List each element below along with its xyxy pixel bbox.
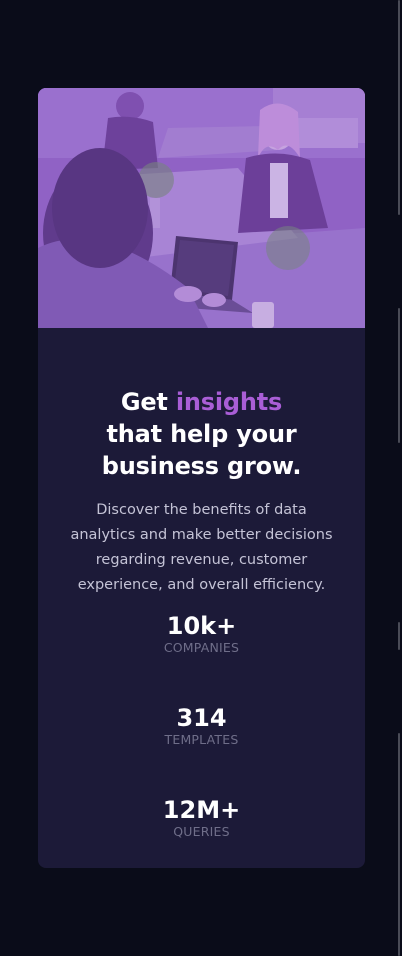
stat-queries: 12M+ QUERIES <box>60 796 343 868</box>
stat-label: QUERIES <box>173 824 230 839</box>
stat-label: COMPANIES <box>163 640 240 655</box>
stat-value: 10k+ <box>166 612 237 640</box>
card-description: Discover the benefits of data analytics … <box>70 502 333 593</box>
card-content: Get insights that help your business gro… <box>38 386 365 868</box>
heading-prefix: Get <box>120 388 176 416</box>
stats-list: 10k+ COMPANIES 314 TEMPLATES 12M+ QUERIE… <box>60 612 343 868</box>
scrollbar-segment[interactable] <box>398 622 400 650</box>
stats-preview-card: Get insights that help your business gro… <box>38 88 365 868</box>
scrollbar-track[interactable] <box>395 0 402 956</box>
stat-companies: 10k+ COMPANIES <box>60 612 343 704</box>
scrollbar-segment[interactable] <box>398 733 400 956</box>
office-team-photo-icon <box>38 88 365 328</box>
scrollbar-segment[interactable] <box>398 308 400 443</box>
scrollbar-segment[interactable] <box>398 0 400 215</box>
stat-label: TEMPLATES <box>164 732 239 747</box>
heading-suffix: that help your business grow. <box>101 420 302 480</box>
page: Get insights that help your business gro… <box>0 0 402 956</box>
heading-accent: insights <box>175 388 283 416</box>
stat-value: 314 <box>176 704 227 732</box>
hero-image <box>38 88 365 328</box>
card-heading: Get insights that help your business gro… <box>60 386 343 482</box>
stat-value: 12M+ <box>162 796 241 824</box>
stat-templates: 314 TEMPLATES <box>60 704 343 796</box>
